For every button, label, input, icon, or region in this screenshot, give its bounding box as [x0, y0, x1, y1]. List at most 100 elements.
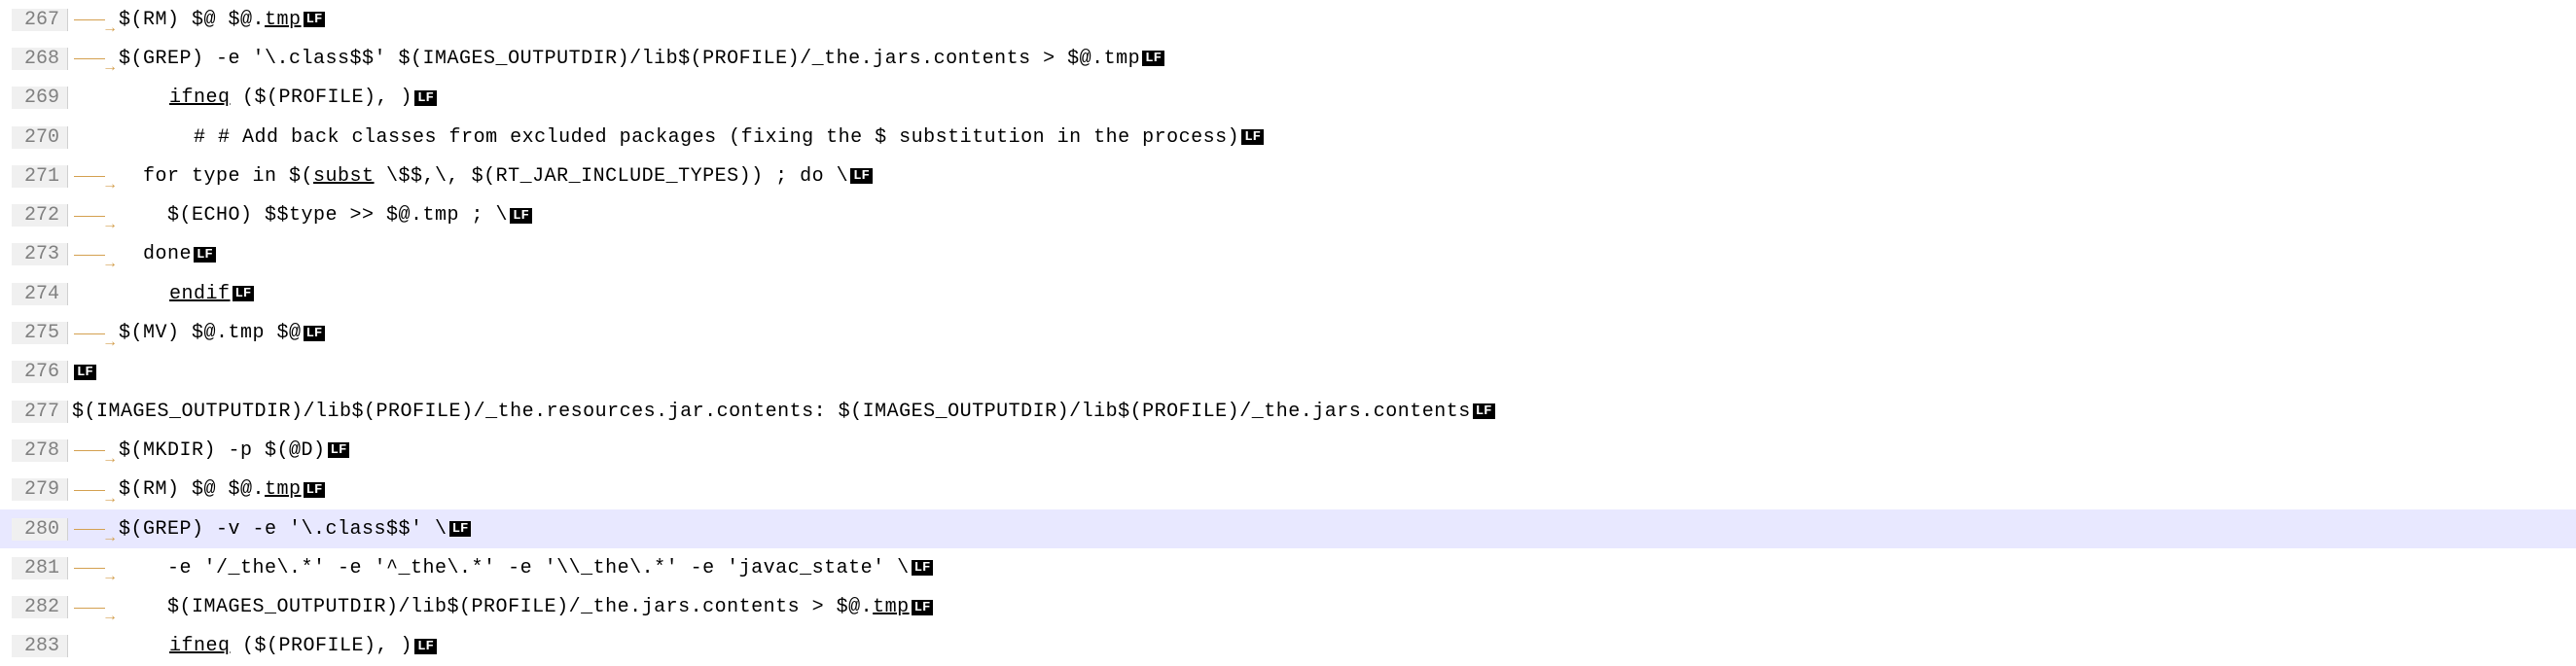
code-segment: tmp	[265, 9, 302, 31]
code-content[interactable]: $(GREP) -v -e '\.class$$' \LF	[68, 518, 471, 541]
code-content[interactable]: -e '/_the\.*' -e '^_the\.*' -e '\\_the\.…	[68, 557, 933, 579]
code-line[interactable]: 272 $(ECHO) $$type >> $@.tmp ; \LF	[0, 195, 2576, 234]
line-number: 278	[12, 439, 68, 462]
line-ending-badge: LF	[74, 365, 96, 380]
code-segment: tmp	[873, 596, 910, 618]
code-content[interactable]: $(IMAGES_OUTPUTDIR)/lib$(PROFILE)/_the.j…	[68, 596, 933, 618]
line-ending-badge: LF	[194, 247, 216, 263]
code-segment	[72, 635, 169, 657]
code-content[interactable]: ifneq ($(PROFILE), )LF	[68, 635, 437, 657]
code-segment: $(RM) $@ $@.	[119, 9, 265, 31]
code-segment: $(GREP) -v -e '\.class$$' \	[119, 518, 447, 541]
code-content[interactable]: $(ECHO) $$type >> $@.tmp ; \LF	[68, 204, 532, 227]
line-number: 283	[12, 635, 68, 657]
code-text[interactable]: for type in $(subst \$$,\, $(RT_JAR_INCL…	[119, 165, 848, 188]
code-content[interactable]: LF	[68, 365, 96, 380]
line-ending-badge: LF	[912, 560, 934, 576]
code-content[interactable]: for type in $(subst \$$,\, $(RT_JAR_INCL…	[68, 165, 873, 188]
code-segment: endif	[169, 283, 231, 305]
code-segment: \$$,\, $(RT_JAR_INCLUDE_TYPES)) ; do \	[375, 165, 849, 188]
code-segment: tmp	[265, 478, 302, 501]
code-text[interactable]: done	[119, 243, 192, 265]
line-number: 270	[12, 126, 68, 149]
code-line[interactable]: 281 -e '/_the\.*' -e '^_the\.*' -e '\\_t…	[0, 548, 2576, 587]
code-content[interactable]: $(RM) $@ $@.tmpLF	[68, 478, 325, 501]
line-ending-badge: LF	[304, 326, 326, 341]
line-number: 280	[12, 518, 68, 541]
code-line[interactable]: 267$(RM) $@ $@.tmpLF	[0, 0, 2576, 39]
code-text[interactable]: endif	[72, 283, 231, 305]
code-text[interactable]: $(IMAGES_OUTPUTDIR)/lib$(PROFILE)/_the.j…	[119, 596, 910, 618]
line-ending-badge: LF	[1142, 51, 1164, 66]
code-text[interactable]: $(RM) $@ $@.tmp	[119, 9, 302, 31]
code-content[interactable]: $(RM) $@ $@.tmpLF	[68, 9, 325, 31]
code-text[interactable]: $(IMAGES_OUTPUTDIR)/lib$(PROFILE)/_the.r…	[72, 401, 1471, 423]
code-content[interactable]: # # Add back classes from excluded packa…	[68, 126, 1264, 149]
line-number: 268	[12, 48, 68, 70]
code-line[interactable]: 273 doneLF	[0, 235, 2576, 274]
code-line[interactable]: 269 ifneq ($(PROFILE), )LF	[0, 79, 2576, 118]
line-ending-badge: LF	[304, 482, 326, 498]
line-ending-badge: LF	[304, 12, 326, 27]
line-ending-badge: LF	[414, 639, 437, 654]
line-ending-badge: LF	[912, 600, 934, 615]
code-text[interactable]: $(RM) $@ $@.tmp	[119, 478, 302, 501]
code-segment: ifneq	[169, 87, 231, 109]
line-ending-badge: LF	[414, 90, 437, 106]
code-line[interactable]: 276LF	[0, 353, 2576, 392]
code-segment: -e '/_the\.*' -e '^_the\.*' -e '\\_the\.…	[119, 557, 910, 579]
line-number: 273	[12, 243, 68, 265]
code-line[interactable]: 282 $(IMAGES_OUTPUTDIR)/lib$(PROFILE)/_t…	[0, 587, 2576, 626]
code-line[interactable]: 268 $(GREP) -e '\.class$$' $(IMAGES_OUTPU…	[0, 39, 2576, 78]
line-number: 274	[12, 283, 68, 305]
line-number: 275	[12, 322, 68, 344]
code-content[interactable]: doneLF	[68, 243, 216, 265]
code-content[interactable]: $(MKDIR) -p $(@D)LF	[68, 439, 349, 462]
code-line[interactable]: 278$(MKDIR) -p $(@D)LF	[0, 431, 2576, 470]
line-ending-badge: LF	[510, 208, 532, 224]
code-line[interactable]: 279$(RM) $@ $@.tmpLF	[0, 471, 2576, 509]
line-ending-badge: LF	[328, 442, 350, 458]
code-segment: $(ECHO) $$type >> $@.tmp ; \	[119, 204, 508, 227]
code-segment: ifneq	[169, 635, 231, 657]
code-content[interactable]: $(GREP) -e '\.class$$' $(IMAGES_OUTPUTDI…	[68, 48, 1164, 70]
code-line[interactable]: 270 # # Add back classes from excluded p…	[0, 118, 2576, 157]
code-text[interactable]: # # Add back classes from excluded packa…	[72, 126, 1239, 149]
code-text[interactable]: -e '/_the\.*' -e '^_the\.*' -e '\\_the\.…	[119, 557, 910, 579]
code-line[interactable]: 283 ifneq ($(PROFILE), )LF	[0, 627, 2576, 666]
line-ending-badge: LF	[233, 286, 255, 301]
code-line[interactable]: 275$(MV) $@.tmp $@LF	[0, 313, 2576, 352]
code-text[interactable]: $(MV) $@.tmp $@	[119, 322, 302, 344]
code-content[interactable]: endifLF	[68, 283, 254, 305]
code-segment: # # Add back classes from excluded packa…	[72, 126, 1239, 149]
code-text[interactable]: $(MKDIR) -p $(@D)	[119, 439, 326, 462]
code-segment: $(MKDIR) -p $(@D)	[119, 439, 326, 462]
line-number: 269	[12, 87, 68, 109]
code-line[interactable]: 280$(GREP) -v -e '\.class$$' \LF	[0, 509, 2576, 548]
line-number: 267	[12, 9, 68, 31]
code-line[interactable]: 271 for type in $(subst \$$,\, $(RT_JAR_…	[0, 157, 2576, 195]
code-segment	[72, 87, 169, 109]
line-number: 279	[12, 478, 68, 501]
code-text[interactable]: ifneq ($(PROFILE), )	[72, 635, 412, 657]
line-ending-badge: LF	[850, 168, 873, 184]
code-line[interactable]: 277$(IMAGES_OUTPUTDIR)/lib$(PROFILE)/_th…	[0, 392, 2576, 431]
line-number: 282	[12, 596, 68, 618]
line-number: 277	[12, 401, 68, 423]
line-number: 281	[12, 557, 68, 579]
code-segment: done	[119, 243, 192, 265]
line-ending-badge: LF	[1241, 129, 1264, 145]
code-text[interactable]: $(ECHO) $$type >> $@.tmp ; \	[119, 204, 508, 227]
code-text[interactable]: $(GREP) -e '\.class$$' $(IMAGES_OUTPUTDI…	[119, 48, 1140, 70]
code-segment: $(IMAGES_OUTPUTDIR)/lib$(PROFILE)/_the.r…	[72, 401, 1471, 423]
code-editor[interactable]: 267$(RM) $@ $@.tmpLF268$(GREP) -e '\.cla…	[0, 0, 2576, 666]
code-content[interactable]: $(MV) $@.tmp $@LF	[68, 322, 325, 344]
line-ending-badge: LF	[449, 521, 472, 537]
code-content[interactable]: ifneq ($(PROFILE), )LF	[68, 87, 437, 109]
code-line[interactable]: 274 endifLF	[0, 274, 2576, 313]
code-text[interactable]: ifneq ($(PROFILE), )	[72, 87, 412, 109]
code-content[interactable]: $(IMAGES_OUTPUTDIR)/lib$(PROFILE)/_the.r…	[68, 401, 1495, 423]
code-segment: $(RM) $@ $@.	[119, 478, 265, 501]
line-number: 272	[12, 204, 68, 227]
code-text[interactable]: $(GREP) -v -e '\.class$$' \	[119, 518, 447, 541]
